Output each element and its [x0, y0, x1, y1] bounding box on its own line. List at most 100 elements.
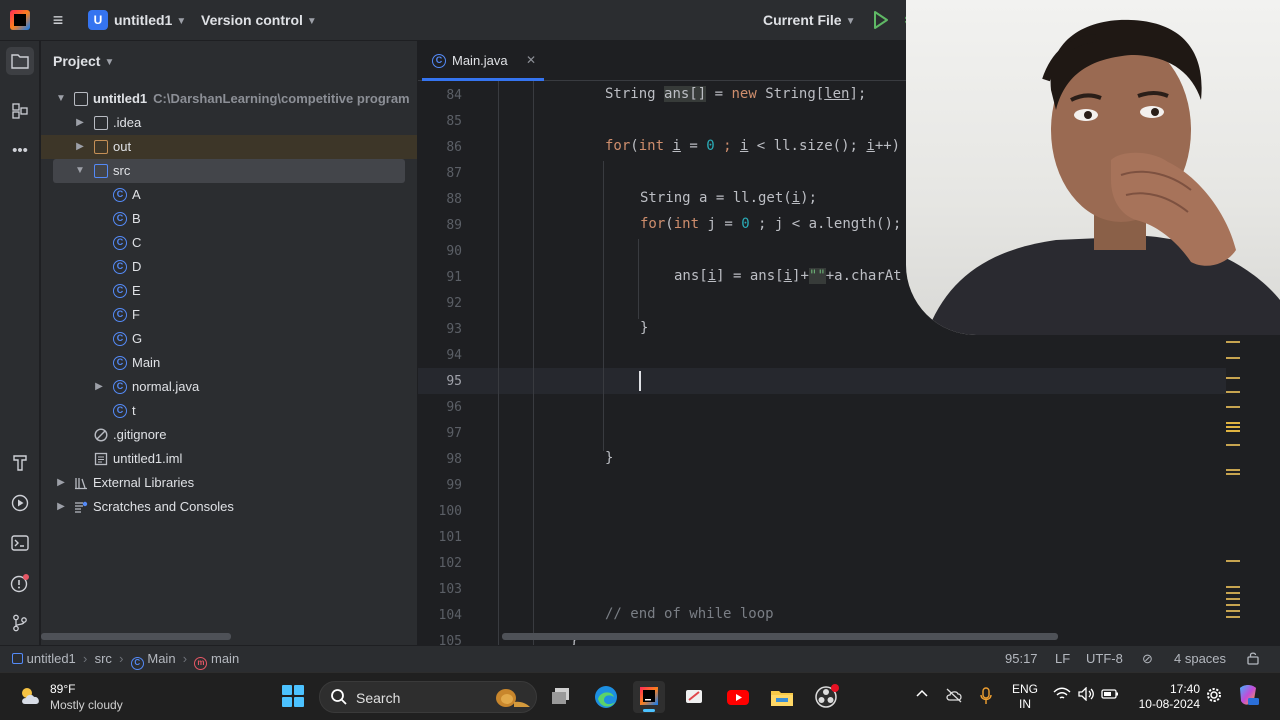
intellij-logo-icon[interactable] — [10, 10, 30, 30]
line-ending[interactable]: LF — [1055, 651, 1070, 666]
cloud-sun-icon[interactable] — [18, 685, 44, 707]
tree-item-class-d[interactable]: C D — [41, 255, 417, 279]
expanded-arrow-icon[interactable]: ▼ — [55, 87, 67, 111]
more-tools-icon[interactable]: ••• — [6, 137, 34, 165]
code-line-98[interactable]: } — [605, 450, 613, 466]
code-line-89[interactable]: for(int j = 0 ; j < a.length(); — [640, 216, 901, 232]
error-stripe-marker[interactable] — [1226, 426, 1240, 428]
tree-item-class-f[interactable]: C F — [41, 303, 417, 327]
error-stripe-marker[interactable] — [1226, 357, 1240, 359]
tree-item-gitignore[interactable]: .gitignore — [41, 423, 417, 447]
clock[interactable]: 17:40 10-08-2024 — [1134, 682, 1200, 712]
tree-item-class-c[interactable]: C C — [41, 231, 417, 255]
tray-overflow-chevron-icon[interactable] — [915, 687, 929, 704]
error-stripe-marker[interactable] — [1226, 592, 1240, 594]
collapsed-arrow-icon[interactable]: ▶ — [55, 495, 67, 519]
error-stripe-marker[interactable] — [1226, 469, 1240, 471]
tree-item-iml[interactable]: untitled1.iml — [41, 447, 417, 471]
tree-item-out[interactable]: ▶ out — [41, 135, 417, 159]
project-panel-title[interactable]: Project ▼ — [53, 53, 114, 69]
error-stripe-marker[interactable] — [1226, 406, 1240, 408]
version-control-menu[interactable]: Version control ▼ — [201, 12, 317, 28]
error-stripe-marker[interactable] — [1226, 604, 1240, 606]
run-configuration-selector[interactable]: Current File ▼ — [763, 12, 855, 28]
project-badge[interactable]: U — [88, 10, 108, 30]
breadcrumb-item-project[interactable]: untitled1 — [27, 651, 76, 666]
project-switcher[interactable]: untitled1 ▼ — [114, 12, 186, 28]
snipping-tool-icon[interactable] — [678, 681, 710, 713]
tree-item-scratches[interactable]: ▶ Scratches and Consoles — [41, 495, 417, 519]
file-encoding[interactable]: UTF-8 — [1086, 651, 1123, 666]
settings-gear-icon[interactable] — [1206, 687, 1222, 706]
code-line-104[interactable]: // end of while loop — [605, 606, 774, 622]
git-branch-icon[interactable] — [6, 609, 34, 637]
error-stripe-marker[interactable] — [1226, 598, 1240, 600]
hamburger-menu-icon[interactable]: ≡ — [48, 10, 68, 30]
error-stripe-marker[interactable] — [1226, 341, 1240, 343]
project-tool-folder-icon[interactable] — [6, 47, 34, 75]
windows-start-icon[interactable] — [282, 685, 304, 707]
indent-setting[interactable]: 4 spaces — [1174, 651, 1226, 666]
tree-item-class-main[interactable]: C Main — [41, 351, 417, 375]
battery-icon[interactable] — [1101, 687, 1119, 704]
tree-item-class-e[interactable]: C E — [41, 279, 417, 303]
terminal-icon[interactable] — [6, 529, 34, 557]
tree-item-idea[interactable]: ▶ .idea — [41, 111, 417, 135]
obs-recording-icon[interactable] — [810, 681, 842, 713]
error-stripe-marker[interactable] — [1226, 430, 1240, 432]
close-icon[interactable]: ✕ — [526, 53, 536, 67]
build-hammer-icon[interactable] — [6, 449, 34, 477]
error-stripe-marker[interactable] — [1226, 610, 1240, 612]
intellij-taskbar-icon[interactable] — [633, 681, 665, 713]
microphone-icon[interactable] — [980, 687, 992, 708]
code-line-93[interactable]: } — [640, 320, 648, 336]
task-view-icon[interactable] — [546, 681, 578, 713]
error-stripe-marker[interactable] — [1226, 473, 1240, 475]
weather-description[interactable]: Mostly cloudy — [50, 698, 123, 712]
tree-item-untitled1[interactable]: ▼ untitled1 C:\DarshanLearning\competitiv… — [41, 87, 417, 111]
error-stripe-marker[interactable] — [1226, 377, 1240, 379]
code-line-86[interactable]: for(int i = 0 ; i < ll.size(); i++) — [605, 138, 900, 154]
code-line-91[interactable]: ans[i] = ans[i]+""+a.charAt — [674, 268, 902, 284]
run-play-icon[interactable] — [872, 9, 890, 31]
tab-main-java[interactable]: C Main.java ✕ — [422, 41, 544, 81]
weather-temperature[interactable]: 89°F — [50, 682, 75, 696]
lock-icon[interactable] — [1246, 651, 1260, 668]
code-line-88[interactable]: String a = ll.get(i); — [640, 190, 817, 206]
file-explorer-icon[interactable] — [766, 681, 798, 713]
project-horizontal-scrollbar[interactable] — [41, 633, 231, 640]
youtube-icon[interactable] — [722, 681, 754, 713]
services-run-icon[interactable] — [6, 489, 34, 517]
taskbar-search[interactable]: Search — [319, 681, 537, 713]
collapsed-arrow-icon[interactable]: ▶ — [93, 375, 105, 399]
editor-horizontal-scrollbar[interactable] — [502, 633, 1058, 640]
edge-browser-icon[interactable] — [590, 681, 622, 713]
error-stripe-marker[interactable] — [1226, 560, 1240, 562]
cloud-sync-off-icon[interactable] — [945, 687, 963, 706]
code-line-84[interactable]: String ans[] = new String[len]; — [605, 86, 866, 102]
error-stripe-marker[interactable] — [1226, 616, 1240, 618]
expanded-arrow-icon[interactable]: ▼ — [74, 159, 86, 183]
error-stripe-marker[interactable] — [1226, 391, 1240, 393]
collapsed-arrow-icon[interactable]: ▶ — [74, 135, 86, 159]
tree-item-normal-java[interactable]: ▶ C normal.java — [41, 375, 417, 399]
error-stripe-marker[interactable] — [1226, 422, 1240, 424]
copilot-icon[interactable] — [1236, 684, 1260, 709]
breadcrumb-item-method[interactable]: main — [211, 651, 239, 666]
tree-item-class-b[interactable]: C B — [41, 207, 417, 231]
readonly-toggle-icon[interactable]: ⊘ — [1142, 651, 1153, 667]
tree-item-class-t[interactable]: C t — [41, 399, 417, 423]
tree-item-src[interactable]: ▼ src — [53, 159, 405, 183]
structure-icon[interactable] — [6, 97, 34, 125]
caret-position[interactable]: 95:17 — [1005, 651, 1038, 666]
tree-item-class-a[interactable]: C A — [41, 183, 417, 207]
breadcrumb-item-class[interactable]: Main — [147, 651, 175, 666]
error-stripe-marker[interactable] — [1226, 444, 1240, 446]
collapsed-arrow-icon[interactable]: ▶ — [55, 471, 67, 495]
tree-item-class-g[interactable]: C G — [41, 327, 417, 351]
breadcrumb-item-src[interactable]: src — [95, 651, 112, 666]
tree-item-external-libraries[interactable]: ▶ External Libraries — [41, 471, 417, 495]
input-language[interactable]: ENG IN — [1012, 682, 1038, 712]
error-stripe-marker[interactable] — [1226, 586, 1240, 588]
collapsed-arrow-icon[interactable]: ▶ — [74, 111, 86, 135]
